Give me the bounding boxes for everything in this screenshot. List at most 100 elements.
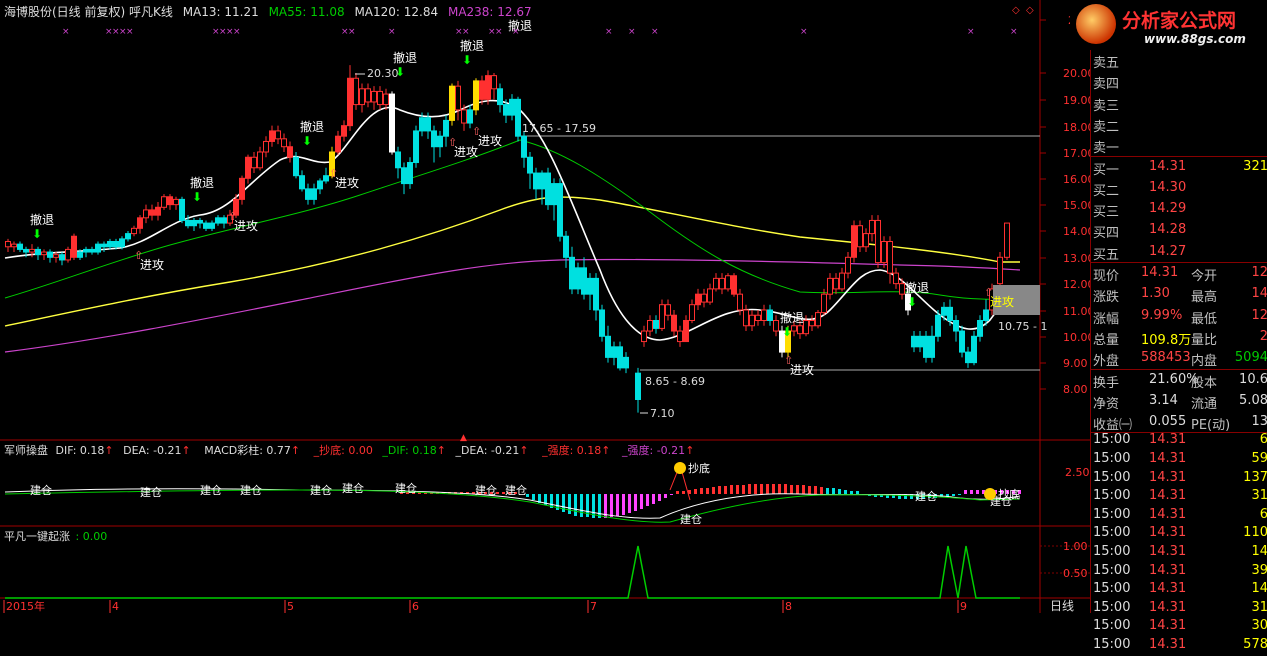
candle-body — [53, 254, 59, 258]
candle-body — [395, 151, 401, 169]
buy-level-price: 14.30 — [1149, 179, 1187, 195]
macd-bar — [808, 486, 811, 494]
macd-bar — [778, 484, 781, 494]
macd-bar — [760, 484, 763, 494]
candle-body — [407, 162, 413, 185]
candle-body — [923, 335, 929, 358]
macd-bar — [814, 486, 817, 494]
candle-body — [743, 309, 749, 327]
candle-body — [821, 293, 827, 314]
candle-body — [875, 219, 881, 264]
candle-body — [221, 217, 227, 224]
diamond-icon-2[interactable]: ◇ — [1026, 5, 1034, 16]
ma13-label: MA13: 11.21 — [182, 5, 259, 19]
x-marker: × — [495, 27, 503, 37]
candle-body — [71, 235, 77, 258]
macd-bar — [826, 488, 829, 494]
candle-body — [545, 172, 551, 206]
stat-value: 10.6 — [1239, 371, 1267, 387]
candle-body — [827, 277, 833, 295]
attack-signal: 进攻 — [454, 145, 478, 159]
stat-value: 12 — [1251, 265, 1267, 280]
candle-body — [977, 320, 983, 337]
candle-body — [359, 88, 365, 106]
x-marker: × — [605, 27, 613, 37]
macd-bar — [802, 485, 805, 494]
candle-body — [185, 219, 191, 227]
buy-row[interactable]: 买三 14.29 — [1091, 199, 1267, 220]
candle-body — [515, 98, 521, 137]
sell-row[interactable]: 卖二 — [1091, 114, 1267, 135]
tick-price: 14.31 — [1149, 451, 1187, 466]
macd-bar — [676, 491, 679, 494]
signal-title: 平凡一键起涨 — [4, 530, 70, 543]
candle-body — [797, 325, 803, 335]
sell-row[interactable]: 卖五 — [1091, 50, 1267, 71]
tick-price: 14.31 — [1149, 581, 1187, 597]
candle-body — [659, 304, 665, 329]
tick-time: 15:00 — [1093, 488, 1131, 504]
buy-row[interactable]: 买四 14.28 — [1091, 220, 1267, 241]
down-arrow-icon: ⬇ — [782, 325, 792, 339]
macd-bar — [712, 487, 715, 494]
candle-body — [203, 222, 209, 229]
quote-panel: 卖五 卖四 卖三 卖二卖一 买一 14.31 321 买二 14.30 买三 14.29 买四 14.2… — [1090, 50, 1267, 652]
macd-labels: 建仓 建仓 建仓 建仓 建仓 建仓 建仓 建仓 建仓建仓建仓 建仓抄底抄底 — [30, 461, 1020, 526]
stat-row[interactable]: 总量 109.8万 量比 2 — [1091, 327, 1267, 348]
candle-body — [767, 309, 773, 322]
tick-volume: 30 — [1251, 618, 1267, 634]
candle-body — [287, 146, 293, 158]
buy-row[interactable]: 买五 14.27 — [1091, 242, 1267, 263]
candle-body — [953, 320, 959, 332]
stat-row[interactable]: 涨跌 1.30 最高 14 — [1091, 284, 1267, 305]
stat-row[interactable]: 外盘 588453 内盘 5094 — [1091, 348, 1267, 369]
candle-body — [251, 156, 257, 169]
tick-row[interactable]: 15:00 14.31 578 — [1091, 635, 1267, 656]
stat-label: 外盘 — [1093, 354, 1120, 370]
diamond-icon[interactable]: ◇ — [1012, 5, 1020, 16]
macd-bar — [574, 494, 577, 516]
stat-row[interactable]: 净资 3.14 流通 5.08 — [1091, 391, 1267, 412]
stat-row[interactable]: 涨幅 9.99% 最低 12 — [1091, 306, 1267, 327]
buy-level-price: 14.31 — [1149, 158, 1187, 174]
timeframe-tab[interactable]: 日线 — [1050, 599, 1074, 613]
candle-body — [65, 248, 71, 261]
buy-row[interactable]: 买二 14.30 — [1091, 178, 1267, 199]
x-marker: × — [651, 27, 659, 37]
candle-body — [47, 251, 53, 258]
macd-strong-value: _强度: 0.18 — [542, 444, 602, 457]
retreat-signal: 撤退 — [190, 175, 214, 190]
candle-body — [683, 320, 689, 343]
candle-body — [41, 251, 47, 256]
x-marker: × — [512, 27, 520, 37]
candle-body — [701, 293, 707, 303]
sell-row[interactable]: 卖三 — [1091, 93, 1267, 114]
macd-bar — [838, 489, 841, 494]
bottom-fishing-label: 抄底 — [998, 487, 1020, 501]
macd-bar — [784, 484, 787, 494]
tick-time: 15:00 — [1093, 525, 1131, 541]
stat-row[interactable]: 换手 21.60% 股本 10.6 — [1091, 370, 1267, 391]
candle-body — [173, 198, 179, 206]
candle-body — [665, 304, 671, 316]
stat-row[interactable]: 现价 14.31 今开 12 — [1091, 263, 1267, 284]
sell-row[interactable]: 卖四 — [1091, 71, 1267, 92]
candle-body — [425, 117, 431, 132]
macd-bar — [850, 491, 853, 494]
tick-time: 15:00 — [1093, 451, 1131, 466]
candle-body — [941, 306, 947, 316]
candle-body — [317, 180, 323, 190]
candle-body — [377, 90, 383, 106]
sell-level-label: 卖一 — [1093, 141, 1120, 157]
macd-bar — [958, 494, 961, 495]
buy-row[interactable]: 买一 14.31 321 — [1091, 157, 1267, 178]
candle-body — [419, 117, 425, 132]
candle-body — [719, 277, 725, 290]
sell-row[interactable]: 卖一 — [1091, 135, 1267, 156]
candle-body — [611, 346, 617, 358]
time-tick: 2015年 — [6, 599, 45, 613]
candle-body — [5, 241, 11, 248]
chart-area[interactable]: 2120.0019.0018.0017.0016.0015.0014.0013.… — [0, 0, 1267, 613]
retreat-signal: 撤退 — [393, 50, 417, 65]
stat-value: 0.055 — [1149, 414, 1187, 430]
